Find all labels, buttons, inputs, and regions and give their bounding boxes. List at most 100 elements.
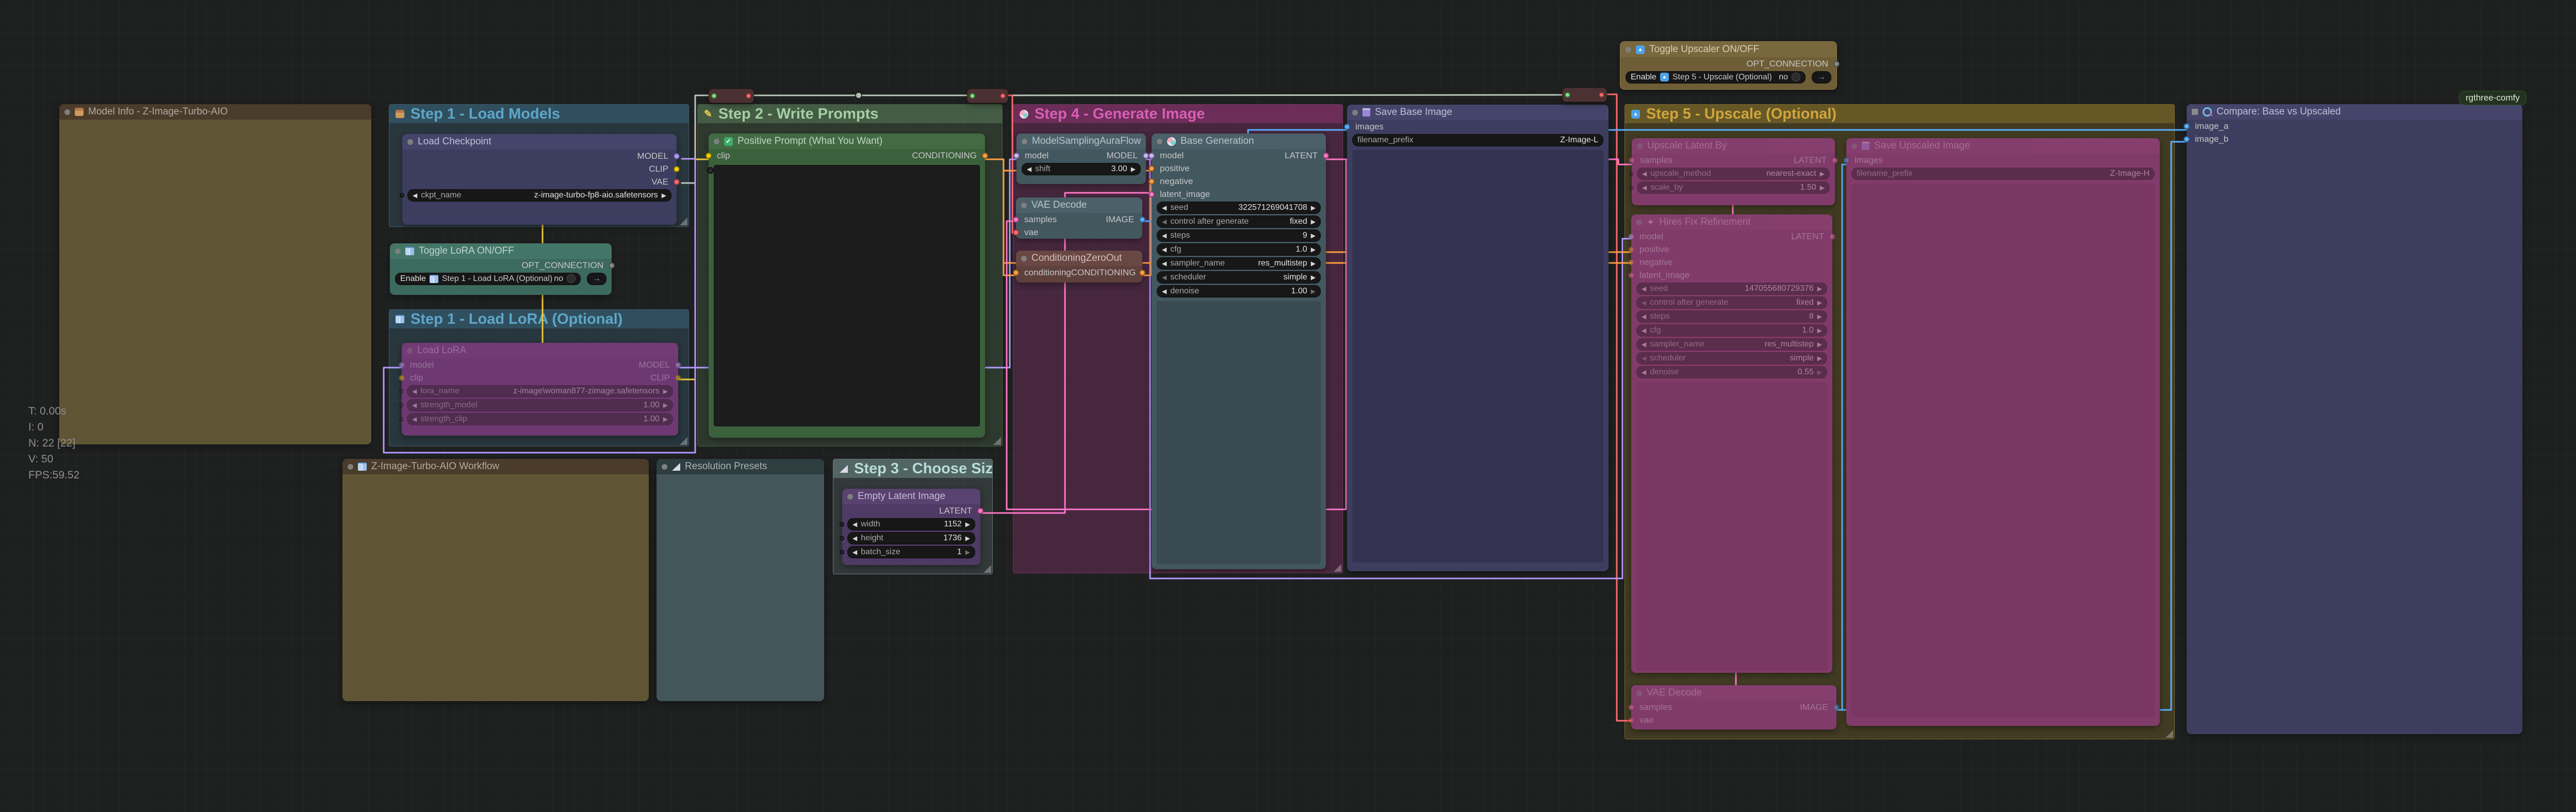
node-modelsampling-auraflow-titlebar[interactable]: ModelSamplingAuraFlow <box>1016 134 1146 149</box>
input-slot-negative[interactable] <box>1628 259 1634 266</box>
node-empty-latent-widget-batch_size[interactable]: ◀batch_size1▶ <box>847 546 975 558</box>
widget-input-dot[interactable] <box>399 389 404 393</box>
node-hires-fix-refinement-widget-control_after_generate[interactable]: ◀control after generatefixed▶ <box>1636 296 1827 309</box>
output-slot-LATENT[interactable] <box>1832 157 1838 163</box>
widget-input-dot[interactable] <box>1629 171 1634 176</box>
widget-input-dot[interactable] <box>840 522 844 526</box>
input-slot-latent_image[interactable] <box>1148 191 1155 197</box>
decrement-arrow[interactable]: ◀ <box>1642 341 1646 348</box>
decrement-arrow[interactable]: ◀ <box>412 388 417 395</box>
output-slot-OPT_CONNECTION[interactable] <box>609 262 615 269</box>
group-resize-handle[interactable] <box>2165 730 2173 738</box>
node-upscale-latent-by-widget-scale_by[interactable]: ◀scale_by1.50▶ <box>1637 181 1830 194</box>
node-vae-decode-base[interactable]: VAE DecodesamplesIMAGEvae <box>1016 197 1142 239</box>
node-workflow-note-titlebar[interactable]: Z-Image-Turbo-AIO Workflow <box>342 459 649 474</box>
input-slot-positive[interactable] <box>1148 165 1155 172</box>
widget-input-dot[interactable] <box>399 417 404 421</box>
decrement-arrow[interactable]: ◀ <box>1642 327 1646 334</box>
node-positive-prompt[interactable]: ✓Positive Prompt (What You Want)clipCOND… <box>709 134 985 438</box>
group-step3-choose-size-titlebar[interactable]: Step 3 - Choose Size <box>833 459 992 478</box>
increment-arrow[interactable]: ▶ <box>663 388 668 395</box>
node-workflow-note[interactable]: Z-Image-Turbo-AIO Workflow <box>342 459 649 701</box>
decrement-arrow[interactable]: ◀ <box>1642 285 1646 292</box>
node-save-upscaled-image-titlebar[interactable]: Save Upscaled Image <box>1846 138 2160 154</box>
node-base-generation-widget-scheduler[interactable]: ◀schedulersimple▶ <box>1157 271 1321 284</box>
input-slot-samples[interactable] <box>1013 217 1019 223</box>
node-vae-decode-base-titlebar[interactable]: VAE Decode <box>1016 197 1142 213</box>
collapse-dot[interactable] <box>1626 47 1631 53</box>
increment-arrow[interactable]: ▶ <box>1817 285 1822 292</box>
node-conditioning-zero-out[interactable]: ConditioningZeroOutconditioningCONDITION… <box>1016 251 1142 283</box>
node-load-checkpoint[interactable]: Load CheckpointMODELCLIPVAE◀ckpt_namez-i… <box>402 134 677 225</box>
node-reroute-collapsed-1[interactable] <box>709 89 754 103</box>
decrement-arrow[interactable]: ◀ <box>1642 355 1646 362</box>
output-slot[interactable] <box>1000 93 1006 99</box>
increment-arrow[interactable]: ▶ <box>965 549 970 556</box>
collapse-dot[interactable] <box>1636 220 1642 225</box>
group-resize-handle[interactable] <box>680 437 687 445</box>
prompt-textarea[interactable] <box>714 165 980 426</box>
collapse-dot[interactable] <box>1637 143 1643 149</box>
input-slot-images[interactable] <box>1344 124 1350 130</box>
node-empty-latent-titlebar[interactable]: Empty Latent Image <box>842 489 980 504</box>
collapse-dot[interactable] <box>348 464 353 470</box>
increment-arrow[interactable]: ▶ <box>1817 313 1822 320</box>
output-slot-LATENT[interactable] <box>1323 153 1329 159</box>
input-slot-model[interactable] <box>1148 153 1155 159</box>
decrement-arrow[interactable]: ◀ <box>1027 165 1031 173</box>
node-compare-base-vs-upscaled[interactable]: Compare: Base vs Upscaledimage_aimage_b <box>2187 104 2522 734</box>
output-slot-MODEL[interactable] <box>675 362 681 368</box>
group-resize-handle[interactable] <box>1334 564 1341 572</box>
node-toggle-lora[interactable]: Toggle LoRA ON/OFFOPT_CONNECTIONEnableSt… <box>390 243 612 295</box>
decrement-arrow[interactable]: ◀ <box>852 521 857 528</box>
node-load-checkpoint-titlebar[interactable]: Load Checkpoint <box>402 134 677 150</box>
decrement-arrow[interactable]: ◀ <box>852 549 857 556</box>
output-slot-IMAGE[interactable] <box>1833 704 1840 710</box>
node-model-info-note[interactable]: Model Info - Z-Image-Turbo-AIO <box>59 104 371 444</box>
collapse-dot[interactable] <box>847 494 853 500</box>
input-slot-samples[interactable] <box>1628 704 1634 710</box>
node-toggle-lora-toggle-widget[interactable]: EnableStep 1 - Load LoRA (Optional)no <box>395 273 581 285</box>
node-load-lora-widget-strength_model[interactable]: ◀strength_model1.00▶ <box>407 399 673 411</box>
node-load-lora-widget-lora_name[interactable]: ◀lora_namez-image\woman877-zimage.safete… <box>407 385 673 397</box>
node-load-lora-titlebar[interactable]: Load LoRA <box>402 343 678 358</box>
output-slot-VAE[interactable] <box>674 179 680 185</box>
collapse-dot[interactable] <box>1021 256 1027 261</box>
increment-arrow[interactable]: ▶ <box>1311 218 1316 225</box>
node-load-checkpoint-widget-ckpt_name[interactable]: ◀ckpt_namez-image-turbo-fp8-aio.safetens… <box>407 189 671 202</box>
output-slot-OPT_CONNECTION[interactable] <box>1833 61 1840 67</box>
input-slot[interactable] <box>970 93 975 99</box>
collapse-dot[interactable] <box>714 139 719 144</box>
input-slot-image_b[interactable] <box>2184 136 2190 142</box>
group-step4-generate-image-titlebar[interactable]: Step 4 - Generate Image <box>1013 105 1342 123</box>
input-slot-conditioning[interactable] <box>1013 270 1019 276</box>
input-slot-samples[interactable] <box>1629 157 1635 163</box>
widget-input-dot[interactable] <box>840 536 844 540</box>
input-slot-image_a[interactable] <box>2184 123 2190 129</box>
node-toggle-lora-titlebar[interactable]: Toggle LoRA ON/OFF <box>390 243 612 259</box>
node-load-lora[interactable]: Load LoRAmodelMODELclipCLIP◀lora_namez-i… <box>402 343 678 436</box>
collapse-dot[interactable] <box>407 348 413 354</box>
input-slot-latent_image[interactable] <box>1628 272 1634 278</box>
input-slot-model[interactable] <box>399 362 405 368</box>
collapse-dot[interactable] <box>64 109 70 115</box>
node-vae-decode-upscaled-titlebar[interactable]: VAE Decode <box>1631 685 1836 701</box>
node-toggle-upscaler-toggle-widget[interactable]: Enable▲Step 5 - Upscale (Optional)no <box>1626 71 1806 84</box>
collapse-dot[interactable] <box>662 464 667 470</box>
collapse-dot[interactable] <box>1636 690 1642 696</box>
decrement-arrow[interactable]: ◀ <box>1162 288 1167 295</box>
input-slot-vae[interactable] <box>1013 229 1019 236</box>
node-hires-fix-refinement-widget-seed[interactable]: ◀seed147055680729376▶ <box>1636 283 1827 295</box>
increment-arrow[interactable]: ▶ <box>1817 299 1822 306</box>
node-toggle-upscaler-titlebar[interactable]: ▲Toggle Upscaler ON/OFF <box>1620 42 1836 57</box>
node-compare-base-vs-upscaled-titlebar[interactable]: Compare: Base vs Upscaled <box>2187 104 2522 120</box>
input-slot-model[interactable] <box>1013 153 1020 159</box>
group-step5-upscale-titlebar[interactable]: ▲Step 5 - Upscale (Optional) <box>1625 105 2174 123</box>
node-upscale-latent-by-titlebar[interactable]: Upscale Latent By <box>1632 138 1835 154</box>
node-hires-fix-refinement-titlebar[interactable]: ✦Hires Fix Refinement <box>1631 214 1832 230</box>
decrement-arrow[interactable]: ◀ <box>1162 204 1167 211</box>
decrement-arrow[interactable]: ◀ <box>1642 369 1646 376</box>
node-hires-fix-refinement-widget-scheduler[interactable]: ◀schedulersimple▶ <box>1636 352 1827 364</box>
output-slot[interactable] <box>746 93 751 99</box>
node-base-generation-widget-denoise[interactable]: ◀denoise1.00▶ <box>1157 285 1321 297</box>
